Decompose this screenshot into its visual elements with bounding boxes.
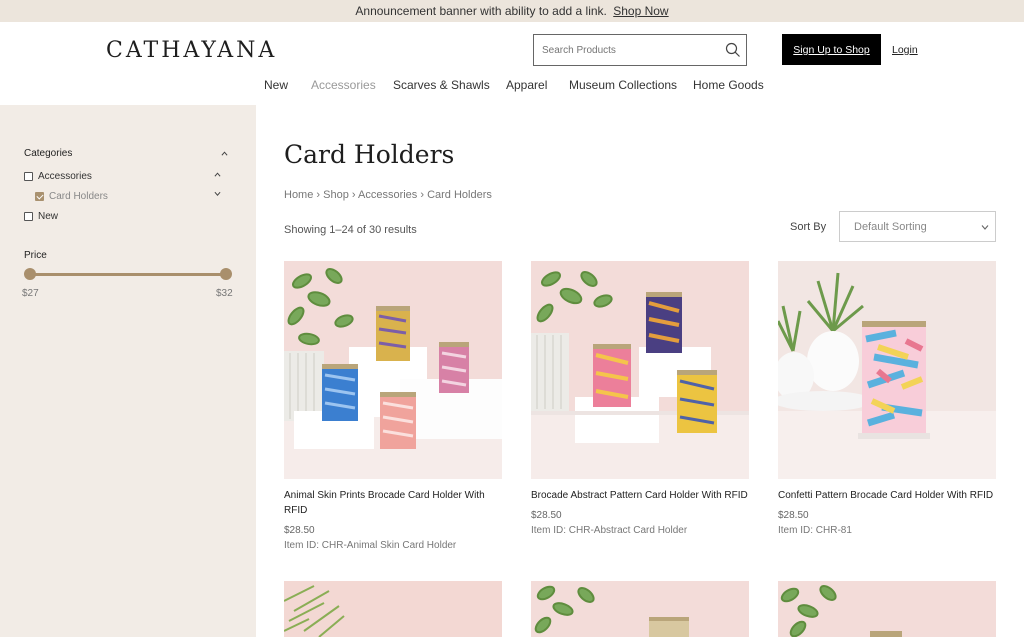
announcement-text: Announcement banner with ability to add … xyxy=(355,4,607,18)
product-price: $28.50 xyxy=(778,510,809,521)
breadcrumb-shop[interactable]: Shop xyxy=(323,189,349,201)
nav-item-apparel[interactable]: Apparel xyxy=(506,78,547,92)
product-image[interactable] xyxy=(778,581,996,637)
product-item-id: Item ID: CHR-81 xyxy=(778,525,852,536)
category-card-holders-label[interactable]: Card Holders xyxy=(49,191,108,202)
sort-select-value: Default Sorting xyxy=(854,220,927,233)
breadcrumb-accessories[interactable]: Accessories xyxy=(358,189,417,201)
product-card[interactable]: Animal Skin Prints Brocade Card Holder W… xyxy=(284,261,502,551)
product-image[interactable] xyxy=(284,581,502,637)
category-accessories-label[interactable]: Accessories xyxy=(38,171,92,182)
chevron-down-icon[interactable] xyxy=(214,190,221,197)
breadcrumb-card-holders: Card Holders xyxy=(427,189,492,201)
logo[interactable]: CATHAYANA xyxy=(106,38,277,63)
category-new-label[interactable]: New xyxy=(38,211,58,222)
product-price: $28.50 xyxy=(284,525,315,536)
results-count: Showing 1–24 of 30 results xyxy=(284,224,417,236)
sign-up-button[interactable]: Sign Up to Shop xyxy=(782,34,881,65)
breadcrumb-home[interactable]: Home xyxy=(284,189,313,201)
product-name[interactable]: Animal Skin Prints Brocade Card Holder W… xyxy=(284,488,502,518)
nav-item-accessories[interactable]: Accessories xyxy=(311,78,376,92)
product-image[interactable] xyxy=(531,581,749,637)
price-min-label: $27 xyxy=(22,288,39,299)
breadcrumb: Home › Shop › Accessories › Card Holders xyxy=(284,189,492,201)
price-slider-min-handle[interactable] xyxy=(24,268,36,280)
product-item-id: Item ID: CHR-Abstract Card Holder xyxy=(531,525,688,536)
search-icon[interactable] xyxy=(720,35,746,65)
sort-select[interactable]: Default Sorting xyxy=(839,211,996,242)
shop-now-link[interactable]: Shop Now xyxy=(613,4,668,18)
nav-item-scarves-shawls[interactable]: Scarves & Shawls xyxy=(393,78,490,92)
price-slider-max-handle[interactable] xyxy=(220,268,232,280)
product-item-id: Item ID: CHR-Animal Skin Card Holder xyxy=(284,540,457,551)
sort-by-label: Sort By xyxy=(790,221,827,233)
login-link[interactable]: Login xyxy=(892,44,918,56)
nav-item-new[interactable]: New xyxy=(264,78,288,92)
nav-item-museum-collections[interactable]: Museum Collections xyxy=(569,78,677,92)
announcement-banner: Announcement banner with ability to add … xyxy=(0,0,1024,22)
product-card[interactable]: Confetti Pattern Brocade Card Holder Wit… xyxy=(778,261,996,536)
chevron-up-icon[interactable] xyxy=(214,171,221,178)
chevron-down-icon xyxy=(981,225,989,230)
product-price: $28.50 xyxy=(531,510,562,521)
product-name[interactable]: Confetti Pattern Brocade Card Holder Wit… xyxy=(778,488,996,503)
checkbox-card-holders[interactable] xyxy=(35,192,44,201)
product-image[interactable] xyxy=(778,261,996,479)
page-title: Card Holders xyxy=(284,140,455,169)
categories-heading: Categories xyxy=(24,148,73,159)
chevron-up-icon[interactable] xyxy=(221,150,228,157)
product-name[interactable]: Brocade Abstract Pattern Card Holder Wit… xyxy=(531,488,749,503)
product-card[interactable]: Brocade Abstract Pattern Card Holder Wit… xyxy=(531,261,749,536)
product-image[interactable] xyxy=(284,261,502,479)
price-slider-track[interactable] xyxy=(30,273,226,276)
checkbox-accessories[interactable] xyxy=(24,172,33,181)
product-image[interactable] xyxy=(531,261,749,479)
filter-sidebar xyxy=(0,105,256,637)
main-nav: New Accessories Scarves & Shawls Apparel… xyxy=(0,78,1024,94)
search-input[interactable] xyxy=(534,35,720,65)
price-max-label: $32 xyxy=(216,288,233,299)
nav-item-home-goods[interactable]: Home Goods xyxy=(693,78,764,92)
checkbox-new[interactable] xyxy=(24,212,33,221)
search-box[interactable] xyxy=(533,34,747,66)
price-heading: Price xyxy=(24,250,47,261)
